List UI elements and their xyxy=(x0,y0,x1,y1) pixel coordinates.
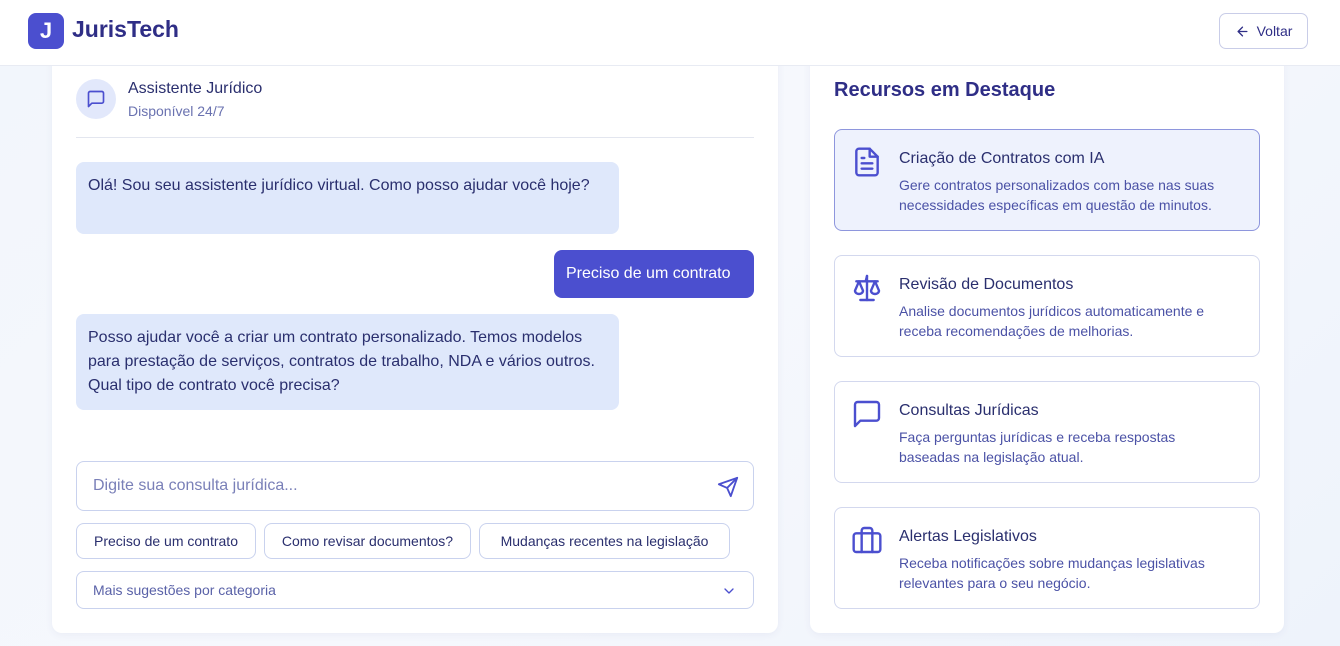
assistant-avatar xyxy=(76,79,116,119)
send-icon[interactable] xyxy=(717,476,739,498)
assistant-status: Disponível 24/7 xyxy=(128,103,225,119)
chat-input[interactable] xyxy=(93,462,703,510)
user-message: Preciso de um contrato xyxy=(554,250,754,298)
feature-description: Receba notificações sobre mudanças legis… xyxy=(899,555,1205,591)
chevron-down-icon xyxy=(724,588,734,594)
features-panel: Recursos em Destaque Criação de Contrato… xyxy=(810,40,1284,633)
suggestion-chip[interactable]: Preciso de um contrato xyxy=(76,523,256,559)
features-title: Recursos em Destaque xyxy=(834,79,1056,101)
suggestion-chip[interactable]: Mudanças recentes na legislação xyxy=(479,523,730,559)
feature-description: Analise documentos jurídicos automaticam… xyxy=(899,303,1205,339)
back-button-label: Voltar xyxy=(1256,23,1293,39)
app-header: J JurisTech Voltar xyxy=(0,0,1340,66)
feature-document-review[interactable]: Revisão de Documentos Analise documentos… xyxy=(834,255,1260,357)
suggestion-chip[interactable]: Como revisar documentos? xyxy=(264,523,471,559)
feature-description: Gere contratos personalizados com base n… xyxy=(899,177,1215,213)
chat-panel: Assistente Jurídico Disponível 24/7 Olá!… xyxy=(52,40,778,633)
feature-title: Consultas Jurídicas xyxy=(899,402,1039,419)
select-label: Mais sugestões por categoria xyxy=(93,582,276,598)
brand-name[interactable]: JurisTech xyxy=(72,16,179,43)
bot-message: Olá! Sou seu assistente jurídico virtual… xyxy=(76,162,619,234)
feature-title: Alertas Legislativos xyxy=(899,528,1037,545)
feature-legislative-alerts[interactable]: Alertas Legislativos Receba notificações… xyxy=(834,507,1260,609)
feature-title: Criação de Contratos com IA xyxy=(899,150,1105,167)
arrow-left-icon xyxy=(1237,26,1248,36)
briefcase-icon xyxy=(852,526,882,554)
bot-message: Posso ajudar você a criar um contrato pe… xyxy=(76,314,619,410)
chat-header-divider xyxy=(76,137,754,138)
chat-input-box xyxy=(76,461,754,511)
chat-icon xyxy=(87,90,105,108)
chat-icon xyxy=(853,400,881,428)
back-button[interactable]: Voltar xyxy=(1219,13,1308,49)
suggestions-category-select[interactable]: Mais sugestões por categoria xyxy=(76,571,754,609)
feature-description: Faça perguntas jurídicas e receba respos… xyxy=(899,429,1176,465)
feature-title: Revisão de Documentos xyxy=(899,276,1074,293)
document-icon xyxy=(855,147,879,177)
logo-icon[interactable]: J xyxy=(28,13,64,49)
feature-legal-consultations[interactable]: Consultas Jurídicas Faça perguntas juríd… xyxy=(834,381,1260,483)
feature-contracts[interactable]: Criação de Contratos com IA Gere contrat… xyxy=(834,129,1260,231)
scale-icon xyxy=(853,274,881,302)
assistant-name: Assistente Jurídico xyxy=(128,80,263,97)
